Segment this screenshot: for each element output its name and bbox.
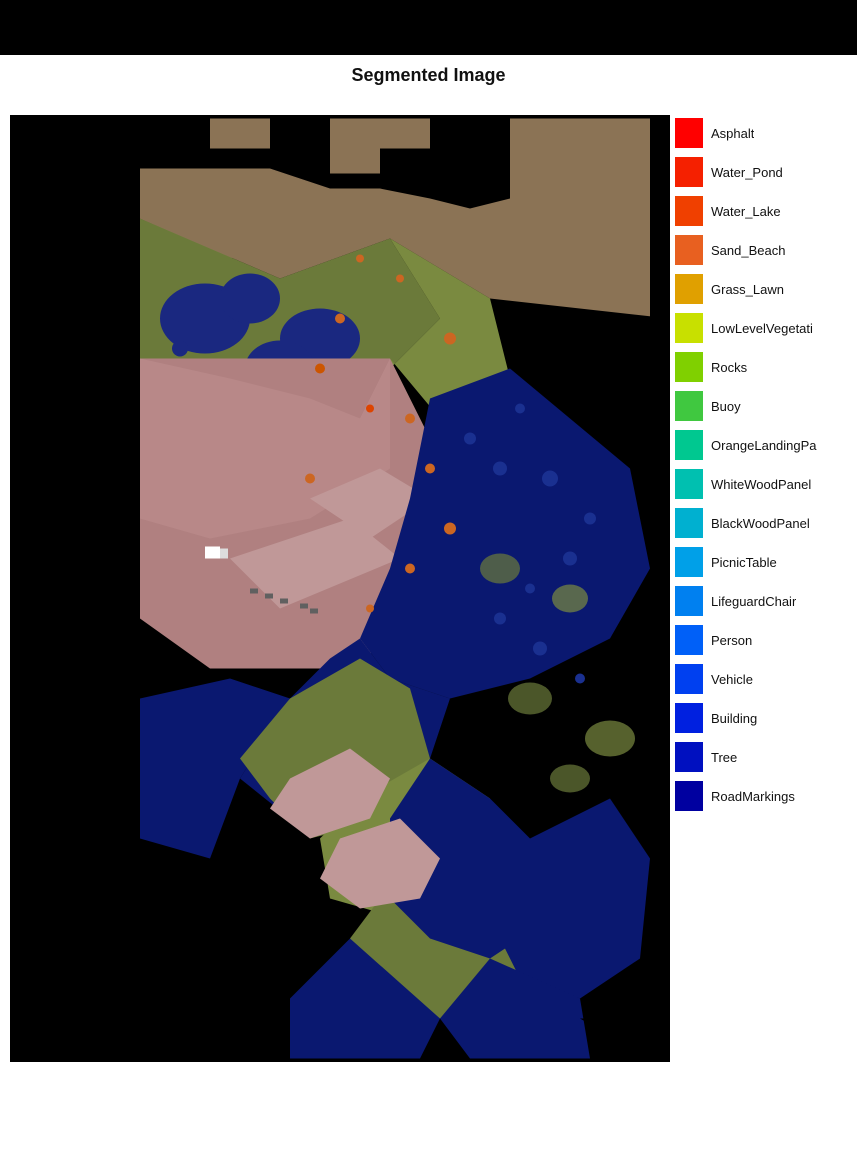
segmented-image bbox=[10, 115, 670, 1062]
legend-item: WhiteWoodPanel bbox=[675, 466, 855, 502]
legend-item: Water_Lake bbox=[675, 193, 855, 229]
legend-item: RoadMarkings bbox=[675, 778, 855, 814]
legend-label: Grass_Lawn bbox=[711, 282, 784, 297]
legend-color-swatch bbox=[675, 196, 703, 226]
legend-color-swatch bbox=[675, 586, 703, 616]
legend-label: Buoy bbox=[711, 399, 741, 414]
legend-color-swatch bbox=[675, 235, 703, 265]
chart-area: Segmented Image bbox=[0, 55, 857, 1162]
legend-item: Asphalt bbox=[675, 115, 855, 151]
legend-item: OrangeLandingPa bbox=[675, 427, 855, 463]
legend-color-swatch bbox=[675, 391, 703, 421]
legend-label: LifeguardChair bbox=[711, 594, 796, 609]
legend-label: OrangeLandingPa bbox=[711, 438, 817, 453]
legend-color-swatch bbox=[675, 313, 703, 343]
legend-label: Water_Pond bbox=[711, 165, 783, 180]
legend-label: WhiteWoodPanel bbox=[711, 477, 811, 492]
legend-label: Tree bbox=[711, 750, 737, 765]
legend-item: Sand_Beach bbox=[675, 232, 855, 268]
legend-color-swatch bbox=[675, 703, 703, 733]
legend-color-swatch bbox=[675, 430, 703, 460]
image-panel bbox=[10, 115, 670, 1062]
legend-color-swatch bbox=[675, 742, 703, 772]
legend-color-swatch bbox=[675, 508, 703, 538]
legend-color-swatch bbox=[675, 625, 703, 655]
legend-color-swatch bbox=[675, 157, 703, 187]
legend-label: RoadMarkings bbox=[711, 789, 795, 804]
legend-color-swatch bbox=[675, 274, 703, 304]
legend-item: Person bbox=[675, 622, 855, 658]
legend-label: Person bbox=[711, 633, 752, 648]
legend-item: Tree bbox=[675, 739, 855, 775]
legend-panel: Asphalt Water_Pond Water_Lake Sand_Beach Gra… bbox=[675, 115, 855, 1062]
legend-item: BlackWoodPanel bbox=[675, 505, 855, 541]
legend-color-swatch bbox=[675, 469, 703, 499]
legend-color-swatch bbox=[675, 547, 703, 577]
chart-title: Segmented Image bbox=[0, 55, 857, 94]
legend-label: PicnicTable bbox=[711, 555, 777, 570]
legend-label: LowLevelVegetati bbox=[711, 321, 813, 336]
legend-item: Water_Pond bbox=[675, 154, 855, 190]
legend-color-swatch bbox=[675, 781, 703, 811]
legend-color-swatch bbox=[675, 352, 703, 382]
legend-label: Vehicle bbox=[711, 672, 753, 687]
legend-item: Grass_Lawn bbox=[675, 271, 855, 307]
legend-label: Water_Lake bbox=[711, 204, 781, 219]
legend-color-swatch bbox=[675, 118, 703, 148]
main-container: Segmented Image bbox=[0, 0, 857, 1162]
legend-label: Sand_Beach bbox=[711, 243, 785, 258]
legend-item: PicnicTable bbox=[675, 544, 855, 580]
legend-label: BlackWoodPanel bbox=[711, 516, 810, 531]
legend-item: Rocks bbox=[675, 349, 855, 385]
legend-color-swatch bbox=[675, 664, 703, 694]
legend-item: Vehicle bbox=[675, 661, 855, 697]
legend-label: Rocks bbox=[711, 360, 747, 375]
legend-item: Building bbox=[675, 700, 855, 736]
legend-item: LowLevelVegetati bbox=[675, 310, 855, 346]
legend-label: Asphalt bbox=[711, 126, 754, 141]
legend-label: Building bbox=[711, 711, 757, 726]
legend-item: Buoy bbox=[675, 388, 855, 424]
legend-item: LifeguardChair bbox=[675, 583, 855, 619]
